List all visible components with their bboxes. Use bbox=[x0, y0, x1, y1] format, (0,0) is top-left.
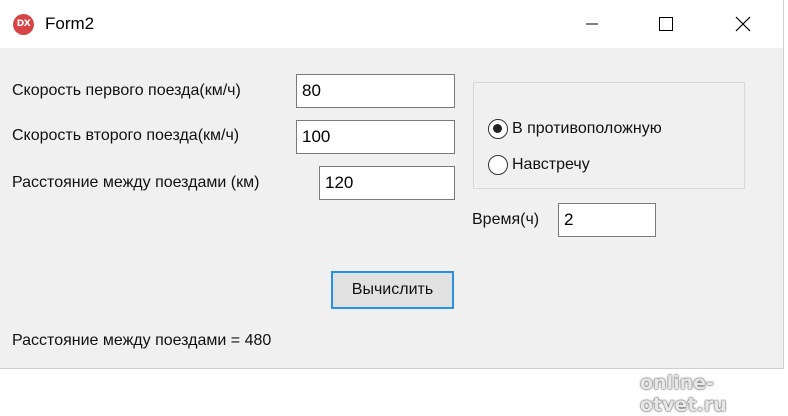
radio-towards[interactable] bbox=[488, 155, 508, 175]
time-label: Время(ч) bbox=[472, 211, 540, 228]
app-window: DX Form2 Скорость первого поезда(км/ч) 8… bbox=[0, 0, 784, 369]
maximize-icon bbox=[659, 17, 673, 31]
time-input[interactable]: 2 bbox=[558, 203, 656, 237]
speed2-input[interactable]: 100 bbox=[296, 120, 455, 154]
speed1-label: Скорость первого поезда(км/ч) bbox=[12, 82, 241, 99]
close-icon bbox=[735, 16, 751, 32]
title-bar[interactable]: DX Form2 bbox=[0, 0, 783, 48]
window-title: Form2 bbox=[45, 14, 95, 33]
watermark-text: online-otvet.ru bbox=[640, 372, 727, 416]
minimize-icon bbox=[586, 23, 598, 25]
speed1-input[interactable]: 80 bbox=[296, 74, 455, 108]
distance-input[interactable]: 120 bbox=[319, 166, 455, 200]
radio-towards-label[interactable]: Навстречу bbox=[512, 156, 590, 174]
speed2-label: Скорость второго поезда(км/ч) bbox=[12, 127, 240, 144]
maximize-button[interactable] bbox=[629, 0, 703, 48]
direction-group: В противоположную Навстречу bbox=[473, 82, 745, 189]
compute-button[interactable]: Вычислить bbox=[331, 271, 454, 309]
radio-opposite[interactable] bbox=[488, 119, 508, 139]
radio-opposite-label[interactable]: В противоположную bbox=[512, 120, 662, 138]
app-icon: DX bbox=[13, 14, 34, 35]
minimize-button[interactable] bbox=[555, 0, 629, 48]
distance-label: Расстояние между поездами (км) bbox=[12, 174, 260, 191]
close-button[interactable] bbox=[706, 0, 780, 48]
radio-selected-dot bbox=[493, 124, 502, 133]
result-label: Расстояние между поездами = 480 bbox=[12, 332, 272, 349]
